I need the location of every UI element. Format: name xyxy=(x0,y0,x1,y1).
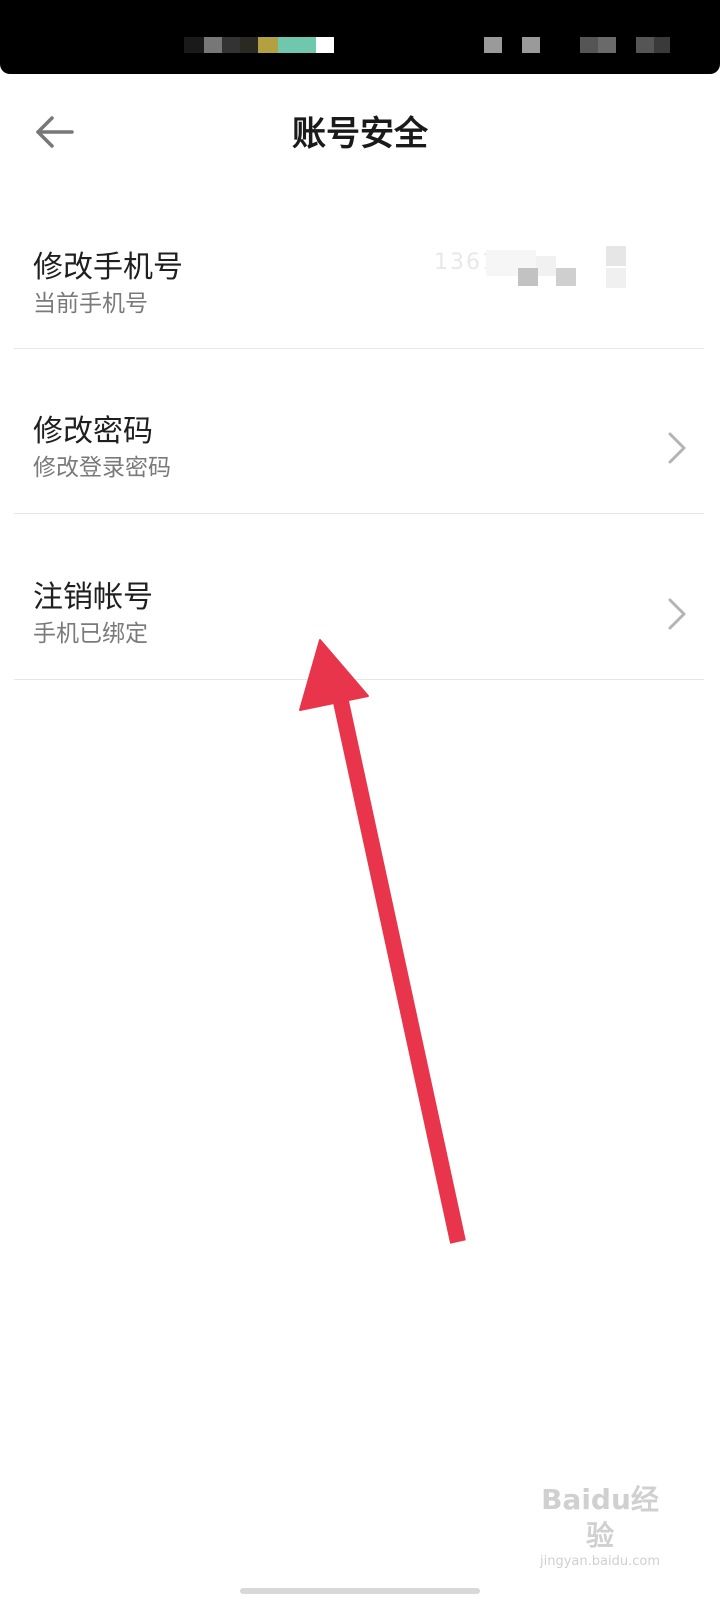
obscure-pixel xyxy=(556,268,576,286)
status-bar xyxy=(0,0,720,74)
watermark-logo: Baidu经验 xyxy=(541,1483,659,1552)
deactivate-account-title: 注销帐号 xyxy=(33,580,153,615)
chevron-right-icon xyxy=(668,598,686,630)
status-pixel xyxy=(654,37,670,53)
watermark: Baidu经验 jingyan.baidu.com xyxy=(530,1482,670,1570)
status-pixel xyxy=(204,37,222,53)
obscure-pixel xyxy=(606,246,626,266)
page-title: 账号安全 xyxy=(292,114,428,154)
nav-bar: 账号安全 xyxy=(0,74,720,194)
status-pixel xyxy=(184,37,204,53)
status-pixel xyxy=(636,37,654,53)
status-pixel xyxy=(240,37,258,53)
deactivate-account-subtitle: 手机已绑定 xyxy=(33,621,148,647)
watermark-url: jingyan.baidu.com xyxy=(540,1554,660,1569)
deactivate-account-item[interactable]: 注销帐号 手机已绑定 xyxy=(0,514,720,682)
status-pixel xyxy=(222,37,240,53)
status-pixel xyxy=(258,37,278,53)
change-password-item[interactable]: 修改密码 修改登录密码 xyxy=(0,348,720,516)
obscure-pixel xyxy=(536,256,556,276)
obscure-pixel xyxy=(606,268,626,288)
change-phone-item[interactable]: 修改手机号 当前手机号 1361 xyxy=(0,182,720,350)
annotation-arrow-shaft xyxy=(330,686,466,1244)
status-pixel xyxy=(580,37,598,53)
change-password-subtitle: 修改登录密码 xyxy=(33,455,171,481)
status-pixel xyxy=(484,37,502,53)
change-phone-title: 修改手机号 xyxy=(33,250,183,285)
status-pixel xyxy=(316,37,334,53)
status-pixel xyxy=(278,37,316,53)
obscure-pixel xyxy=(518,268,538,286)
status-pixel xyxy=(522,37,540,53)
home-indicator[interactable] xyxy=(240,1588,480,1594)
change-phone-subtitle: 当前手机号 xyxy=(33,291,148,317)
change-password-title: 修改密码 xyxy=(33,414,153,449)
phone-number-value: 1361 xyxy=(422,240,672,292)
status-pixel xyxy=(598,37,616,53)
chevron-right-icon xyxy=(668,432,686,464)
divider xyxy=(14,679,704,680)
